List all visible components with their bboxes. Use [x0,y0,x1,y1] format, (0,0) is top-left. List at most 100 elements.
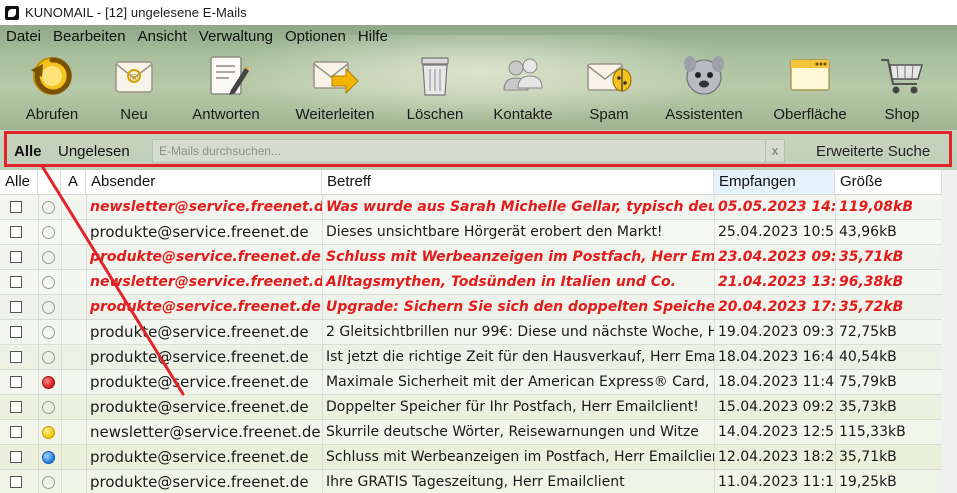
menu-verwaltung[interactable]: Verwaltung [193,28,279,45]
forward-icon [313,61,359,95]
search-input[interactable] [153,140,765,162]
received-cell: 20.04.2023 17:43 [718,299,835,315]
assistant-button[interactable]: Assistenten [662,47,746,127]
kunomail-logo-icon [5,5,19,20]
spam-button[interactable]: Spam [582,47,636,127]
interface-label: Oberfläche [773,106,847,123]
row-checkbox[interactable] [10,351,22,363]
received-cell: 25.04.2023 10:52 [718,224,835,240]
table-row[interactable]: newsletter@service.freenet.de Was wurde a… [0,195,942,220]
size-cell: 115,33kB [839,424,906,440]
status-dot-icon[interactable] [42,426,55,439]
assistant-label: Assistenten [665,106,743,123]
row-checkbox[interactable] [10,451,22,463]
table-row[interactable]: produkte@service.freenet.de Ihre GRATIS T… [0,470,942,493]
menu-optionen[interactable]: Optionen [279,28,352,45]
cart-icon [881,59,923,94]
received-cell: 12.04.2023 18:23 [718,449,835,465]
subject-cell: Ihre GRATIS Tageszeitung, Herr Emailclie… [326,474,625,490]
forward-button[interactable]: Weiterleiten [290,47,380,127]
column-header-select-all[interactable]: Alle [0,170,38,194]
search-clear-button[interactable]: x [765,140,784,162]
menu-ansicht[interactable]: Ansicht [132,28,193,45]
status-dot-icon[interactable] [42,201,55,214]
filter-all-tab[interactable]: Alle [14,143,42,160]
sender-cell: produkte@service.freenet.de [90,398,309,416]
table-row[interactable]: produkte@service.freenet.de 2 Gleitsichtb… [0,320,942,345]
row-checkbox[interactable] [10,226,22,238]
table-row[interactable]: produkte@service.freenet.de Dieses unsich… [0,220,942,245]
status-dot-icon[interactable] [42,451,55,464]
window-title: KUNOMAIL - [12] ungelesene E-Mails [25,5,247,20]
subject-cell: Upgrade: Sichern Sie sich den doppelten … [326,299,714,315]
row-checkbox[interactable] [10,426,22,438]
row-checkbox[interactable] [10,376,22,388]
status-dot-icon[interactable] [42,476,55,489]
status-dot-icon[interactable] [42,326,55,339]
status-dot-icon[interactable] [42,301,55,314]
menu-bar: Datei Bearbeiten Ansicht Verwaltung Opti… [0,25,394,47]
received-cell: 05.05.2023 14:04 [718,199,835,215]
sender-cell: produkte@service.freenet.de [90,348,309,366]
table-row[interactable]: produkte@service.freenet.de Schluss mit W… [0,245,942,270]
column-header-received[interactable]: Empfangen [714,170,835,194]
column-divider [86,194,87,493]
subject-cell: Was wurde aus Sarah Michelle Gellar, typ… [326,199,714,215]
table-row[interactable]: newsletter@service.freenet.de Skurrile de… [0,420,942,445]
row-checkbox[interactable] [10,276,22,288]
status-dot-icon[interactable] [42,401,55,414]
column-header-sender[interactable]: Absender [86,170,322,194]
status-dot-icon[interactable] [42,276,55,289]
menu-bearbeiten[interactable]: Bearbeiten [47,28,132,45]
column-header-attachment[interactable]: A [61,170,86,194]
table-row[interactable]: produkte@service.freenet.de Maximale Sich… [0,370,942,395]
shop-button[interactable]: Shop [874,47,930,127]
table-row[interactable]: newsletter@service.freenet.de Alltagsmyth… [0,270,942,295]
sender-cell: newsletter@service.freenet.de [90,423,321,441]
table-row[interactable]: produkte@service.freenet.de Ist jetzt die… [0,345,942,370]
forward-label: Weiterleiten [295,106,375,123]
column-header-size[interactable]: Größe [835,170,942,194]
status-dot-icon[interactable] [42,226,55,239]
menu-hilfe[interactable]: Hilfe [352,28,394,45]
subject-cell: Doppelter Speicher für Ihr Postfach, Her… [326,399,699,415]
size-cell: 35,73kB [839,399,897,415]
subject-cell: Schluss mit Werbeanzeigen im Postfach, H… [326,249,714,265]
row-checkbox[interactable] [10,476,22,488]
advanced-search-button[interactable]: Erweiterte Suche [816,143,930,160]
column-divider [322,194,323,493]
sender-cell: produkte@service.freenet.de [90,323,309,341]
status-dot-icon[interactable] [42,251,55,264]
reply-button[interactable]: Antworten [186,47,266,127]
size-cell: 119,08kB [839,199,914,215]
fetch-button[interactable]: Abrufen [20,47,84,127]
received-cell: 18.04.2023 11:48 [718,374,835,390]
row-checkbox[interactable] [10,401,22,413]
table-row[interactable]: produkte@service.freenet.de Schluss mit W… [0,445,942,470]
table-row[interactable]: produkte@service.freenet.de Doppelter Spe… [0,395,942,420]
sender-cell: produkte@service.freenet.de [90,473,309,491]
reply-icon [210,56,249,95]
sender-cell: produkte@service.freenet.de [90,448,309,466]
new-mail-label: Neu [120,106,148,123]
new-mail-button[interactable]: @ Neu [106,47,162,127]
subject-cell: Maximale Sicherheit mit der American Exp… [326,374,714,390]
delete-button[interactable]: Löschen [405,47,465,127]
row-checkbox[interactable] [10,301,22,313]
interface-button[interactable]: Oberfläche [770,47,850,127]
row-checkbox[interactable] [10,201,22,213]
status-dot-icon[interactable] [42,376,55,389]
size-cell: 35,71kB [839,249,904,265]
filter-unread-tab[interactable]: Ungelesen [58,143,130,160]
table-row[interactable]: produkte@service.freenet.de Upgrade: Sich… [0,295,942,320]
column-header-subject[interactable]: Betreff [322,170,714,194]
row-checkbox[interactable] [10,251,22,263]
vertical-scrollbar[interactable] [942,170,957,493]
status-dot-icon[interactable] [42,351,55,364]
row-checkbox[interactable] [10,326,22,338]
sender-cell: newsletter@service.freenet.de [90,199,322,215]
menu-datei[interactable]: Datei [0,28,47,45]
column-divider [38,194,39,493]
contacts-button[interactable]: Kontakte [490,47,556,127]
column-header-status[interactable] [38,170,61,194]
